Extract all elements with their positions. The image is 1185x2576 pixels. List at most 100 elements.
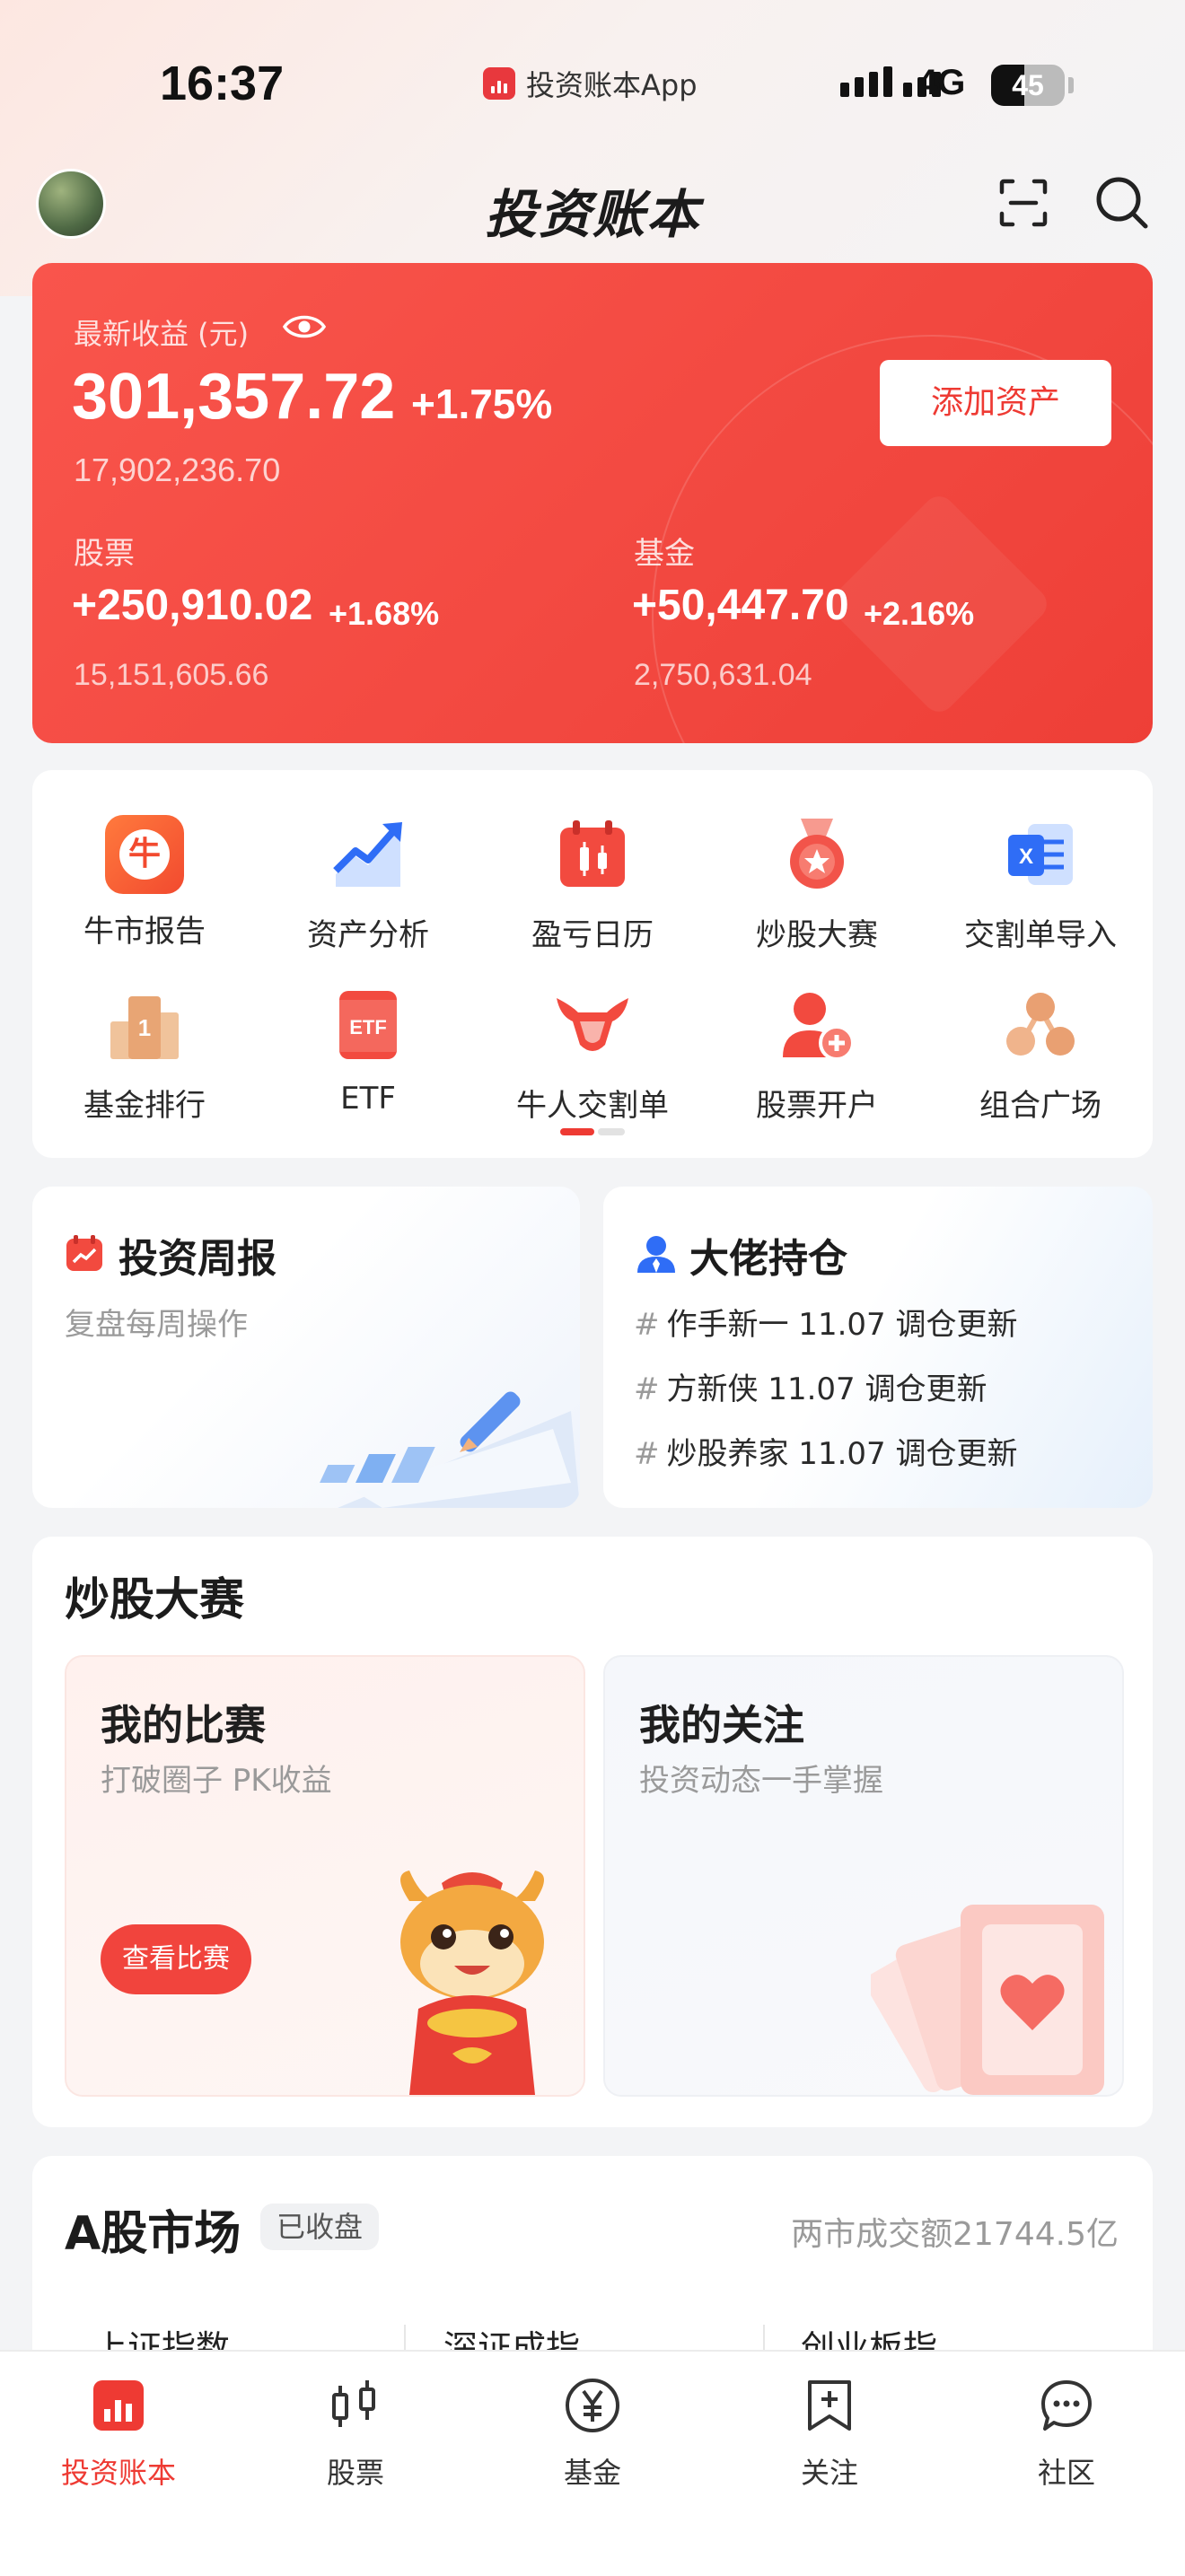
total-assets: 17,902,236.70 [74, 451, 281, 488]
grid-item-contest[interactable]: 炒股大赛 [705, 815, 929, 954]
tab-community[interactable]: 社区 [948, 2352, 1185, 2492]
tab-ledger[interactable]: 投资账本 [0, 2352, 237, 2492]
ledger-icon [93, 2380, 144, 2431]
fund-ranking-icon: 1 [110, 996, 179, 1059]
open-account-icon [783, 993, 855, 1061]
fund-assets: 2,750,631.04 [634, 658, 812, 692]
svg-text:X: X [1019, 845, 1033, 869]
page-dot-active [560, 1128, 594, 1135]
my-contest-subtitle: 打破圈子 PK收益 [101, 1763, 332, 1799]
grid-item-pnl-calendar[interactable]: 盈亏日历 [480, 815, 705, 954]
hash-icon: # [634, 1307, 660, 1343]
grid-item-excel-import[interactable]: X 交割单导入 [928, 815, 1153, 954]
report-icon [66, 1235, 102, 1271]
grid-page-indicator [560, 1128, 625, 1135]
community-chat-icon [1041, 2380, 1092, 2431]
total-profit-pct: +1.75% [411, 381, 553, 427]
stock-profit-pct: +1.68% [329, 595, 440, 632]
search-icon[interactable] [1093, 174, 1149, 230]
grid-item-bull-trader[interactable]: 牛人交割单 [480, 986, 705, 1125]
tab-label: 关注 [800, 2456, 858, 2490]
profit-summary-card[interactable]: 最新收益 (元) 301,357.72 +1.75% 17,902,236.70… [32, 263, 1153, 743]
tab-label: 社区 [1037, 2456, 1095, 2490]
weekly-title: 投资周报 [118, 1236, 276, 1282]
contest-section: 炒股大赛 我的比赛 打破圈子 PK收益 查看比赛 我的关注 投资动态一手掌握 [32, 1537, 1153, 2127]
grid-item-bull-report[interactable]: 牛 牛市报告 [32, 815, 257, 951]
pnl-calendar-icon [560, 820, 625, 887]
grid-label: 炒股大赛 [756, 917, 878, 953]
big-holdings-card[interactable]: 大佬持仓 # 作手新一 11.07 调仓更新 # 方新侠 11.07 调仓更新 # 炒… [603, 1187, 1153, 1508]
grid-label: 股票开户 [756, 1088, 878, 1124]
my-follow-title: 我的关注 [639, 1701, 804, 1749]
report-illustration [320, 1391, 580, 1508]
heart-card-icon [871, 1905, 1104, 2095]
asset-analysis-icon [333, 822, 402, 887]
grid-label: 盈亏日历 [531, 917, 654, 953]
hash-icon: # [634, 1371, 660, 1407]
stock-profit: +250,910.02 [72, 582, 313, 629]
fund-profit-pct: +2.16% [864, 595, 975, 632]
app-chart-icon [483, 67, 515, 100]
page-dot [598, 1128, 625, 1135]
grid-label: 牛人交割单 [516, 1088, 669, 1124]
profit-label: 最新收益 (元) [74, 317, 250, 351]
view-contest-button[interactable]: 查看比赛 [101, 1924, 251, 1994]
fund-label: 基金 [634, 536, 695, 572]
back-to-app[interactable]: 投资账本App [483, 63, 698, 104]
network-type: 4G [917, 63, 966, 102]
battery-level: 45 [1012, 69, 1044, 101]
grid-item-open-account[interactable]: 股票开户 [705, 986, 929, 1125]
excel-import-icon: X [1008, 824, 1073, 885]
tab-label: 基金 [563, 2456, 621, 2490]
grid-label: 组合广场 [979, 1088, 1102, 1124]
contest-title: 炒股大赛 [65, 1573, 244, 1625]
grid-label: 基金排行 [83, 1088, 206, 1124]
holdings-title: 大佬持仓 [689, 1236, 847, 1282]
my-contest-title: 我的比赛 [101, 1701, 266, 1749]
battery-icon: 45 [991, 65, 1065, 106]
stock-label: 股票 [74, 536, 135, 572]
grid-item-portfolio-square[interactable]: 组合广场 [928, 986, 1153, 1125]
grid-label: 牛市报告 [83, 914, 206, 950]
add-asset-button[interactable]: 添加资产 [880, 360, 1111, 446]
eye-icon[interactable] [282, 310, 327, 344]
follow-bookmark-icon [808, 2380, 851, 2431]
my-follow-card[interactable]: 我的关注 投资动态一手掌握 [603, 1655, 1124, 2097]
grid-item-etf[interactable]: ETF ETF [256, 986, 480, 1117]
scan-icon[interactable] [998, 178, 1049, 228]
person-icon [637, 1236, 675, 1273]
holdings-item[interactable]: # 作手新一 11.07 调仓更新 [634, 1300, 1017, 1344]
bull-trader-icon [557, 998, 628, 1051]
market-title: A股市场 [65, 2207, 241, 2261]
holdings-item[interactable]: # 方新侠 11.07 调仓更新 [634, 1364, 987, 1408]
etf-icon: ETF [339, 991, 397, 1059]
market-turnover: 两市成交额21744.5亿 [791, 2216, 1119, 2253]
grid-item-asset-analysis[interactable]: 资产分析 [256, 815, 480, 954]
battery-tip [1068, 77, 1074, 93]
holdings-item-text: 方新侠 11.07 调仓更新 [666, 1371, 988, 1407]
grid-item-fund-ranking[interactable]: 1 基金排行 [32, 986, 257, 1125]
tab-label: 股票 [326, 2456, 384, 2490]
grid-label: 资产分析 [307, 917, 429, 953]
svg-text:ETF: ETF [349, 1016, 387, 1038]
back-app-label: 投资账本App [526, 68, 698, 102]
holdings-item-text: 炒股养家 11.07 调仓更新 [666, 1436, 1018, 1472]
tab-follow[interactable]: 关注 [711, 2352, 948, 2492]
my-follow-subtitle: 投资动态一手掌握 [639, 1763, 883, 1799]
my-contest-card[interactable]: 我的比赛 打破圈子 PK收益 查看比赛 [65, 1655, 585, 2097]
status-time: 16:37 [160, 57, 285, 110]
contest-medal-icon [790, 819, 844, 889]
market-status-badge: 已收盘 [260, 2204, 380, 2250]
status-bar: 16:37 投资账本App 4G 45 [0, 0, 1185, 162]
hash-icon: # [634, 1436, 660, 1472]
tab-fund[interactable]: 基金 [474, 2352, 711, 2492]
tab-label: 投资账本 [60, 2456, 176, 2490]
tab-stock[interactable]: 股票 [237, 2352, 474, 2492]
portfolio-square-icon [1006, 993, 1075, 1056]
stock-assets: 15,151,605.66 [74, 658, 269, 692]
grid-label: 交割单导入 [964, 917, 1117, 953]
svg-text:1: 1 [138, 1014, 151, 1041]
weekly-report-card[interactable]: 投资周报 复盘每周操作 [32, 1187, 580, 1508]
holdings-item[interactable]: # 炒股养家 11.07 调仓更新 [634, 1429, 1017, 1473]
fund-yen-icon [566, 2379, 619, 2432]
